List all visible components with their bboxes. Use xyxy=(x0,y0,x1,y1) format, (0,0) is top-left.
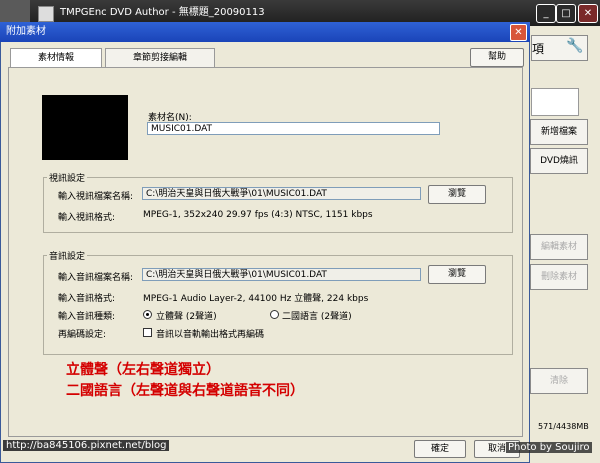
audio-file-label: 輸入音訊檔案名稱: xyxy=(58,273,134,283)
tab-material-info[interactable]: 素材情報 xyxy=(10,48,102,68)
video-settings-legend: 視訊設定 xyxy=(47,171,88,184)
annotation-bilingual: 二國語言（左聲道與右聲道語音不同） xyxy=(66,383,304,399)
delete-material-button[interactable]: 刪除素材 xyxy=(530,264,588,290)
video-file-label: 輸入視訊檔案名稱: xyxy=(58,192,134,202)
main-close-button[interactable]: ✕ xyxy=(578,4,598,23)
stereo-radio[interactable] xyxy=(143,310,152,319)
dialog-title: 附加素材 xyxy=(6,26,46,37)
clear-button[interactable]: 清除 xyxy=(530,368,588,394)
reencode-checkbox-label: 音訊以音軌輸出格式再編碼 xyxy=(156,330,265,340)
bilingual-radio[interactable] xyxy=(270,310,279,319)
help-button[interactable]: 幫助 xyxy=(470,48,524,67)
main-preview-box xyxy=(531,88,579,116)
dialog-close-button[interactable]: ✕ xyxy=(510,24,527,41)
bilingual-radio-label: 二國語言 (2聲道) xyxy=(282,312,352,322)
tab-fragment-label: 項 xyxy=(532,42,545,56)
stereo-radio-label: 立體聲 (2聲道) xyxy=(156,312,217,322)
maximize-button[interactable]: □ xyxy=(556,4,576,23)
video-browse-button[interactable]: 瀏覽 xyxy=(428,185,486,204)
video-format-value: MPEG-1, 352x240 29.97 fps (4:3) NTSC, 11… xyxy=(143,210,373,220)
wrench-icon: 🔧 xyxy=(566,38,584,54)
audio-browse-button[interactable]: 瀏覽 xyxy=(428,265,486,284)
dvd-burn-button[interactable]: DVD燒訊 xyxy=(530,148,588,174)
disc-capacity-status: 571/4438MB xyxy=(538,422,589,431)
video-file-field[interactable]: C:\明治天皇與日俄大戰爭\01\MUSIC01.DAT xyxy=(142,187,421,200)
app-icon xyxy=(38,6,54,22)
audio-file-field[interactable]: C:\明治天皇與日俄大戰爭\01\MUSIC01.DAT xyxy=(142,268,421,281)
audio-format-label: 輸入音訊格式: xyxy=(58,294,116,304)
edit-material-button[interactable]: 編輯素材 xyxy=(530,234,588,260)
add-file-button[interactable]: 新增檔案 xyxy=(530,119,588,145)
material-name-input[interactable]: MUSIC01.DAT xyxy=(147,122,440,135)
annotation-stereo: 立體聲（左右聲道獨立） xyxy=(66,362,220,378)
minimize-button[interactable]: _ xyxy=(536,4,556,23)
dialog-title-bar: 附加素材 ✕ xyxy=(0,22,530,42)
video-thumbnail xyxy=(42,95,128,160)
video-format-label: 輸入視訊格式: xyxy=(58,213,116,223)
reencode-checkbox[interactable] xyxy=(143,328,152,337)
audio-type-label: 輸入音訊種類: xyxy=(58,312,116,322)
ok-button[interactable]: 確定 xyxy=(414,440,466,458)
tab-chapter-cut-edit[interactable]: 章節剪接編輯 xyxy=(105,48,215,68)
main-tab-fragment[interactable]: 項 🔧 xyxy=(531,35,588,61)
audio-format-value: MPEG-1 Audio Layer-2, 44100 Hz 立體聲, 224 … xyxy=(143,294,369,304)
watermark-url: http://ba845106.pixnet.net/blog xyxy=(3,440,170,451)
watermark-credit: Photo by Soujiro xyxy=(506,442,592,453)
reencode-label: 再編碼設定: xyxy=(58,330,107,340)
audio-settings-legend: 音訊設定 xyxy=(47,249,88,262)
